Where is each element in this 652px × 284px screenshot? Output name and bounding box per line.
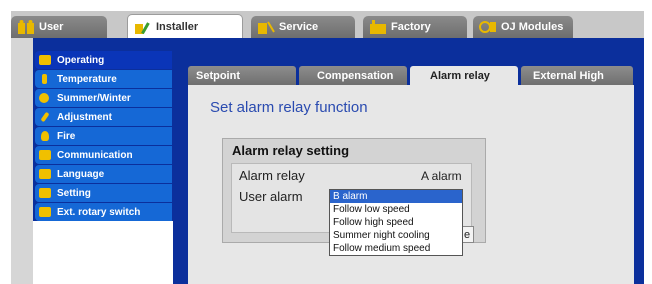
sidebar-item-setting[interactable]: Setting	[35, 184, 172, 202]
operating-icon	[39, 55, 51, 65]
user-alarm-dropdown-list[interactable]: B alarm Follow low speed Follow high spe…	[329, 189, 463, 256]
tab-alarm-relay-label: Alarm relay	[430, 70, 490, 82]
sidebar-item-label: Summer/Winter	[57, 92, 131, 104]
tab-user[interactable]: User	[11, 16, 107, 38]
sidebar-item-label: Operating	[57, 54, 105, 66]
sidebar-item-label: Communication	[57, 149, 133, 161]
adjustment-icon	[40, 111, 50, 123]
tab-compensation[interactable]: Compensation	[299, 66, 407, 85]
installer-icon	[134, 20, 152, 34]
tab-service[interactable]: Service	[251, 16, 355, 38]
fire-icon	[41, 131, 49, 141]
dropdown-option-b-alarm[interactable]: B alarm	[330, 190, 462, 203]
sidebar-item-language[interactable]: Language	[35, 165, 172, 183]
tab-external-high[interactable]: External High	[521, 66, 633, 85]
modules-icon	[479, 20, 497, 34]
sidebar-item-summer-winter[interactable]: Summer/Winter	[35, 89, 172, 107]
dropdown-option-follow-medium-speed[interactable]: Follow medium speed	[330, 242, 462, 255]
sidebar-item-label: Language	[57, 168, 105, 180]
language-icon	[39, 169, 51, 179]
alarm-relay-label: Alarm relay	[239, 168, 305, 183]
sun-icon	[39, 93, 49, 103]
tab-oj-modules[interactable]: OJ Modules	[473, 16, 573, 38]
service-icon	[257, 20, 275, 34]
tab-installer[interactable]: Installer	[127, 14, 243, 38]
user-alarm-label: User alarm	[239, 189, 303, 204]
tab-compensation-label: Compensation	[317, 69, 394, 82]
sidebar-item-label: Setting	[57, 187, 91, 199]
group-title: Alarm relay setting	[232, 143, 350, 158]
sidebar-item-label: Ext. rotary switch	[57, 206, 141, 218]
user-icon	[17, 20, 35, 34]
save-button-label: e	[463, 228, 471, 241]
sidebar-item-communication[interactable]: Communication	[35, 146, 172, 164]
tab-factory-label: Factory	[391, 21, 431, 33]
tab-factory[interactable]: Factory	[363, 16, 467, 38]
tab-service-label: Service	[279, 21, 319, 33]
tab-oj-modules-label: OJ Modules	[501, 21, 564, 33]
sidebar-item-label: Temperature	[57, 73, 117, 85]
setting-icon	[39, 188, 51, 198]
alarm-relay-value[interactable]: A alarm	[421, 169, 462, 183]
sidebar-empty-area	[33, 221, 173, 284]
tab-installer-label: Installer	[156, 20, 199, 33]
dropdown-option-follow-high-speed[interactable]: Follow high speed	[330, 216, 462, 229]
sidebar-item-temperature[interactable]: Temperature	[35, 70, 172, 88]
tab-external-high-label: External High	[533, 69, 604, 82]
tab-alarm-relay[interactable]: Alarm relay	[410, 66, 518, 86]
sidebar-item-adjustment[interactable]: Adjustment	[35, 108, 172, 126]
sidebar-item-ext-rotary-switch[interactable]: Ext. rotary switch	[35, 203, 172, 221]
temperature-icon	[42, 74, 47, 84]
tab-setpoint[interactable]: Setpoint	[188, 66, 296, 85]
sidebar-menu: Operating Temperature Summer/Winter Adju…	[35, 51, 172, 222]
left-gutter	[11, 38, 33, 284]
tab-user-label: User	[39, 21, 64, 33]
communication-icon	[39, 150, 51, 160]
tab-setpoint-label: Setpoint	[196, 69, 240, 82]
sidebar-item-operating[interactable]: Operating	[35, 51, 172, 69]
page-title: Set alarm relay function	[210, 99, 368, 116]
dropdown-option-summer-night-cooling[interactable]: Summer night cooling	[330, 229, 462, 242]
sidebar-item-label: Adjustment	[57, 111, 112, 123]
factory-icon	[369, 20, 387, 34]
rotary-switch-icon	[39, 207, 51, 217]
dropdown-option-follow-low-speed[interactable]: Follow low speed	[330, 203, 462, 216]
sidebar-item-label: Fire	[57, 130, 76, 142]
sidebar-item-fire[interactable]: Fire	[35, 127, 172, 145]
